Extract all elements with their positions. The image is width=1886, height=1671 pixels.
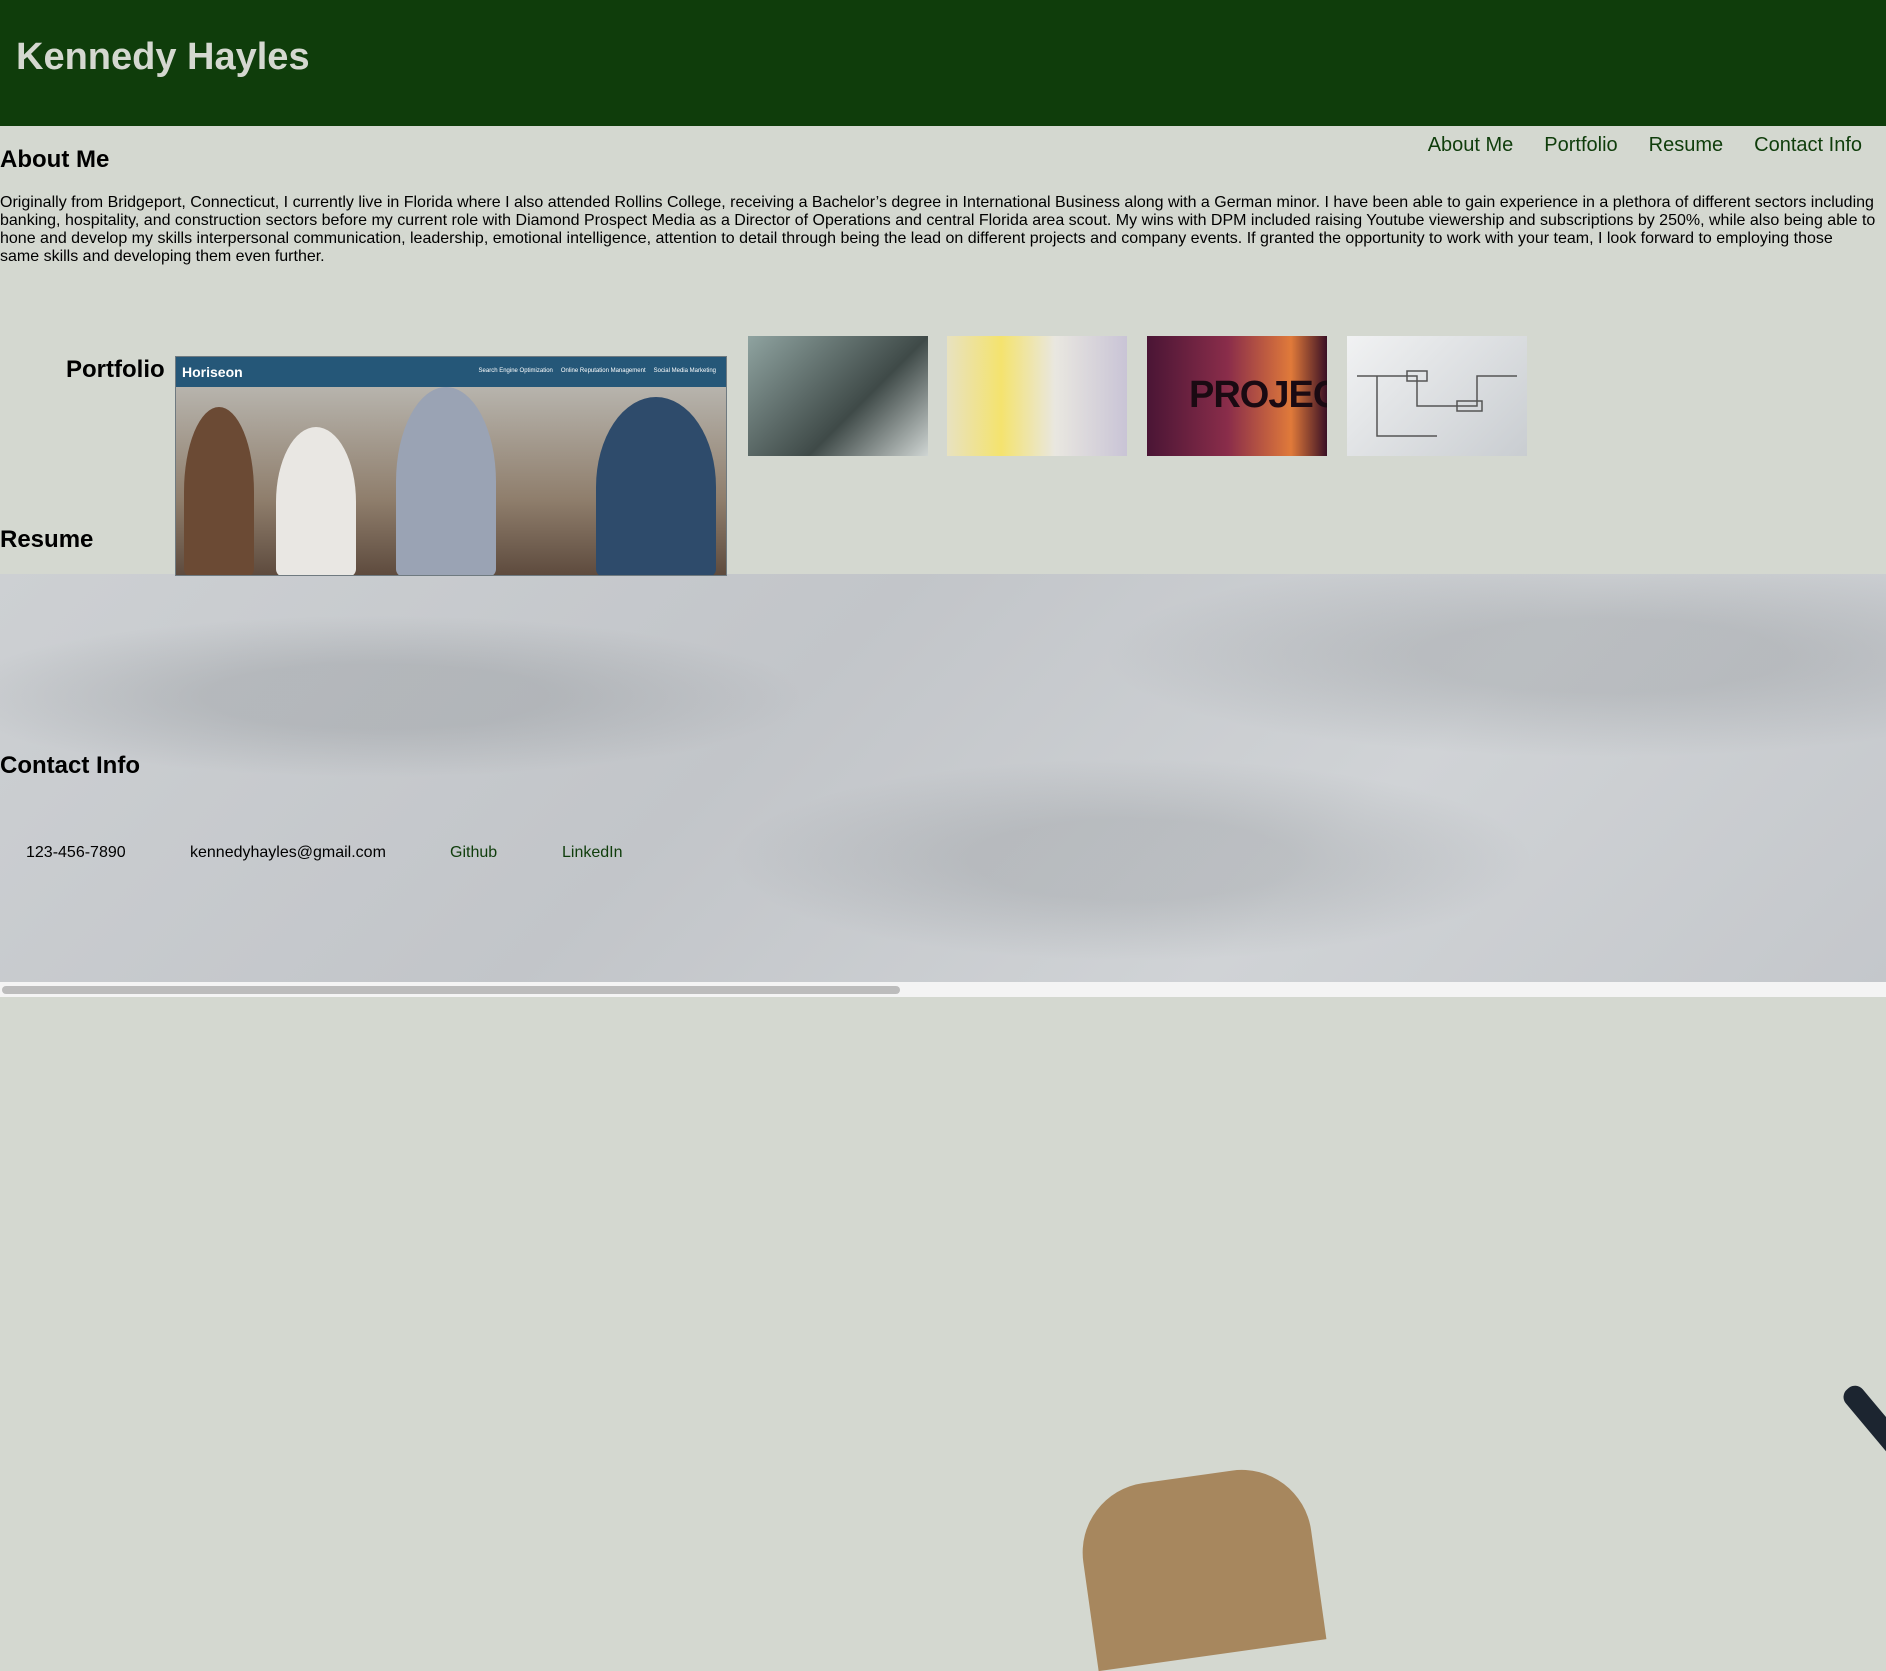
coaster-decor xyxy=(1073,1460,1327,1671)
featured-nav-item: Search Engine Optimization xyxy=(478,368,553,374)
portfolio-heading: Portfolio xyxy=(66,356,165,383)
laptop-desk-photo[interactable] xyxy=(748,336,928,456)
site-title: Kennedy Hayles xyxy=(16,36,310,78)
github-link[interactable]: Github xyxy=(450,844,497,862)
featured-nav: Search Engine Optimization Online Reputa… xyxy=(479,368,716,374)
sticky-notes-board-photo[interactable] xyxy=(947,336,1127,456)
nav-link-about-me[interactable]: About Me xyxy=(1428,134,1514,157)
projects-sign-photo[interactable]: PROJECTS xyxy=(1147,336,1327,456)
projects-sign-text: PROJECTS xyxy=(1189,374,1327,416)
featured-nav-item: Online Reputation Management xyxy=(560,368,646,374)
nav-link-portfolio[interactable]: Portfolio xyxy=(1544,134,1617,157)
about-heading: About Me xyxy=(0,146,110,173)
contact-heading: Contact Info xyxy=(0,752,140,779)
contact-phone: 123-456-7890 xyxy=(26,844,126,861)
wireframe-sketch-photo[interactable] xyxy=(1347,336,1527,456)
nav-link-contact-info[interactable]: Contact Info xyxy=(1754,134,1862,157)
linkedin-link[interactable]: LinkedIn xyxy=(562,844,623,862)
wireframe-lines xyxy=(1357,370,1517,437)
site-header: Kennedy Hayles xyxy=(0,0,1886,126)
team-meeting-photo xyxy=(176,387,726,575)
featured-logo: Horiseon xyxy=(182,364,243,380)
main-nav: About Me Portfolio Resume Contact Info xyxy=(1428,134,1862,157)
featured-site-header: Horiseon Search Engine Optimization Onli… xyxy=(176,357,726,387)
scrollbar-thumb[interactable] xyxy=(2,986,900,994)
contact-email: kennedyhayles@gmail.com xyxy=(190,844,386,861)
about-text: Originally from Bridgeport, Connecticut,… xyxy=(0,194,1876,265)
pen-decor xyxy=(1839,1381,1886,1473)
nav-link-resume[interactable]: Resume xyxy=(1649,134,1723,157)
resume-heading: Resume xyxy=(0,526,94,553)
featured-nav-item: Social Media Marketing xyxy=(653,368,716,374)
featured-project-image[interactable]: Horiseon Search Engine Optimization Onli… xyxy=(175,356,727,576)
horizontal-scrollbar[interactable] xyxy=(0,982,1886,997)
marble-background xyxy=(0,574,1886,1671)
